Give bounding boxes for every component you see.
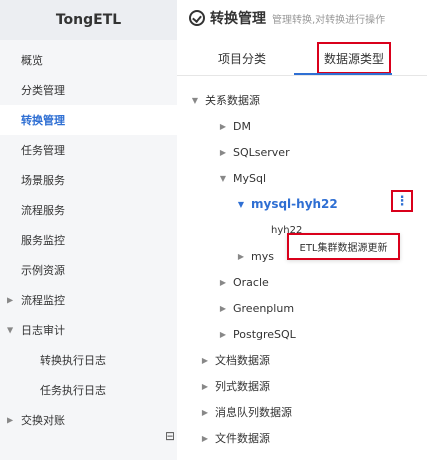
sidebar-item-transform[interactable]: 转换管理 xyxy=(0,105,177,135)
tab-bar: 项目分类 数据源类型 xyxy=(177,40,427,76)
sidebar-item-sample-resource[interactable]: 示例资源 xyxy=(0,255,177,285)
tab-datasource-type[interactable]: 数据源类型 xyxy=(317,42,391,74)
more-options-button[interactable]: ⋮ xyxy=(391,190,413,212)
sidebar: TongETL 概览 分类管理 转换管理 任务管理 场景服务 流程服务 服务监控… xyxy=(0,0,177,460)
sidebar-item-label: 日志审计 xyxy=(21,324,65,337)
tree-node-label: mysql-hyh22 xyxy=(251,197,338,211)
chevron-right-icon: ▶ xyxy=(237,251,245,261)
tree-node-relational[interactable]: ▼ 关系数据源 xyxy=(189,89,260,111)
sidebar-menu: 概览 分类管理 转换管理 任务管理 场景服务 流程服务 服务监控 示例资源 ▶ … xyxy=(0,45,177,435)
vertical-ellipsis-icon: ⋮ xyxy=(395,193,409,209)
sidebar-item-label: 交换对账 xyxy=(21,414,65,427)
tree-node-oracle[interactable]: ▶ Oracle xyxy=(217,271,269,293)
sidebar-item-overview[interactable]: 概览 xyxy=(0,45,177,75)
tree-node-label: Oracle xyxy=(233,275,269,289)
tree-node-label: SQLserver xyxy=(233,145,290,159)
sidebar-item-transform-log[interactable]: 转换执行日志 xyxy=(0,345,177,375)
etl-cluster-datasource-update-menu-item[interactable]: ETL集群数据源更新 xyxy=(287,233,400,260)
chevron-right-icon: ▶ xyxy=(219,329,227,339)
chevron-down-icon: ▼ xyxy=(191,95,199,105)
sidebar-item-task-log[interactable]: 任务执行日志 xyxy=(0,375,177,405)
tree-node-document[interactable]: ▶ 文档数据源 xyxy=(199,349,270,371)
sidebar-item-category[interactable]: 分类管理 xyxy=(0,75,177,105)
sidebar-item-flow-service[interactable]: 流程服务 xyxy=(0,195,177,225)
page-title: 转换管理 xyxy=(210,11,266,27)
chevron-right-icon: ▶ xyxy=(219,303,227,313)
chevron-right-icon: ▶ xyxy=(219,147,227,157)
chevron-down-icon: ▼ xyxy=(7,325,14,335)
tree-node-mysql[interactable]: ▼ MySql xyxy=(217,167,266,189)
chevron-right-icon: ▶ xyxy=(201,355,209,365)
chevron-right-icon: ▶ xyxy=(219,277,227,287)
chevron-right-icon: ▶ xyxy=(201,381,209,391)
tree-node-label: MySql xyxy=(233,171,267,185)
sidebar-item-log-audit[interactable]: ▼ 日志审计 xyxy=(0,315,177,345)
main-panel: 转换管理 管理转换,对转换进行操作 项目分类 数据源类型 ▼ 关系数据源 ▶ D… xyxy=(177,0,427,460)
tree-node-label: Greenplum xyxy=(233,301,295,315)
active-tab-indicator xyxy=(294,73,392,75)
tree-node-label: mys xyxy=(251,249,274,263)
sidebar-item-flow-monitor[interactable]: ▶ 流程监控 xyxy=(0,285,177,315)
tree-node-label: DM xyxy=(233,119,251,133)
tree-node-mysql-other[interactable]: ▶ mys xyxy=(235,245,274,267)
tree-node-label: PostgreSQL xyxy=(233,327,296,341)
chevron-down-icon: ▼ xyxy=(219,173,227,183)
chevron-right-icon: ▶ xyxy=(201,433,209,443)
check-circle-icon xyxy=(189,10,205,26)
tree-node-dm[interactable]: ▶ DM xyxy=(217,115,251,137)
page-subtitle: 管理转换,对转换进行操作 xyxy=(272,14,386,26)
tree-node-message-queue[interactable]: ▶ 消息队列数据源 xyxy=(199,401,292,423)
tree-node-columnar[interactable]: ▶ 列式数据源 xyxy=(199,375,270,397)
app-logo-title: TongETL xyxy=(0,0,177,40)
sidebar-item-scene-service[interactable]: 场景服务 xyxy=(0,165,177,195)
tree-node-label: 关系数据源 xyxy=(205,94,260,107)
chevron-right-icon: ▶ xyxy=(201,407,209,417)
collapse-sidebar-icon[interactable]: ⊟ xyxy=(165,430,177,442)
tree-node-label: 列式数据源 xyxy=(215,380,270,393)
tree-node-file[interactable]: ▶ 文件数据源 xyxy=(199,427,270,449)
tree-node-sqlserver[interactable]: ▶ SQLserver xyxy=(217,141,290,163)
chevron-right-icon: ▶ xyxy=(7,415,14,425)
chevron-down-icon: ▼ xyxy=(237,199,245,209)
sidebar-item-label: 流程监控 xyxy=(21,294,65,307)
tree-node-postgresql[interactable]: ▶ PostgreSQL xyxy=(217,323,296,345)
tab-project-category[interactable]: 项目分类 xyxy=(197,40,287,76)
sidebar-item-exchange-reconcile[interactable]: ▶ 交换对账 xyxy=(0,405,177,435)
tree-node-mysql-hyh22[interactable]: ▼ mysql-hyh22 xyxy=(235,193,338,215)
sidebar-item-task[interactable]: 任务管理 xyxy=(0,135,177,165)
tree-node-label: 消息队列数据源 xyxy=(215,406,292,419)
chevron-right-icon: ▶ xyxy=(7,295,14,305)
tree-node-label: 文件数据源 xyxy=(215,432,270,445)
page-header: 转换管理 管理转换,对转换进行操作 xyxy=(189,8,385,28)
tree-node-label: 文档数据源 xyxy=(215,354,270,367)
sidebar-item-service-monitor[interactable]: 服务监控 xyxy=(0,225,177,255)
tree-node-greenplum[interactable]: ▶ Greenplum xyxy=(217,297,294,319)
chevron-right-icon: ▶ xyxy=(219,121,227,131)
